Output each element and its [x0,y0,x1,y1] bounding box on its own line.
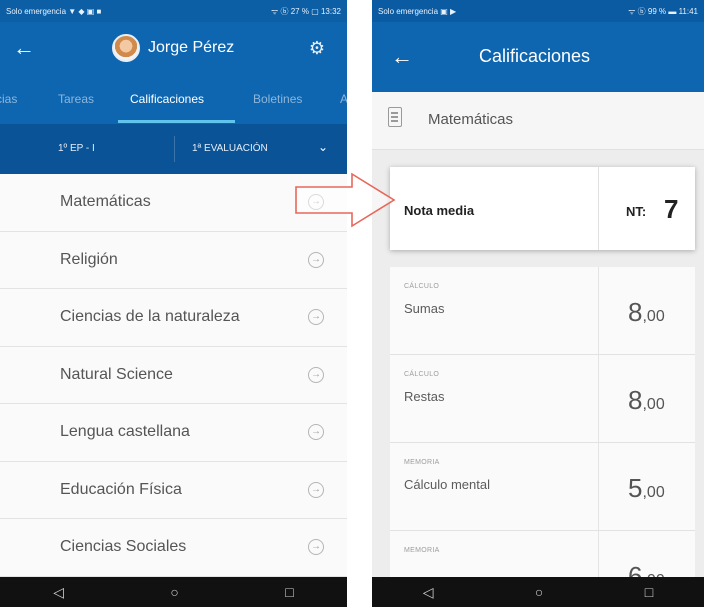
status-left: Solo emergencia ▣ ▶ [378,6,457,16]
tab-more[interactable]: A [340,92,347,106]
system-nav-bar: ◁ ○ □ [372,577,704,607]
nav-home-icon[interactable]: ○ [535,584,543,600]
subject-label: Ciencias Sociales [60,538,187,555]
nav-recent-icon[interactable]: □ [285,584,293,600]
grade-category: MEMORIA [404,459,440,466]
arrow-circle-right-icon[interactable]: → [308,366,324,383]
filter-divider [174,136,175,162]
subject-label: Natural Science [60,365,173,383]
subject-label: Lengua castellana [60,423,190,440]
average-value: 7 [664,194,679,224]
evaluation-filter[interactable]: 1ª EVALUACIÓN [192,143,268,154]
document-icon [388,107,402,127]
course-filter[interactable]: 1º EP - I [58,143,95,154]
app-bar: ← Calificaciones [372,22,704,92]
arrow-circle-right-icon[interactable]: → [308,539,324,555]
subject-title: Matemáticas [428,111,514,128]
avatar[interactable] [112,34,140,62]
tab-asistencias[interactable]: cias [0,92,17,106]
nav-back-icon[interactable]: ◁ [53,584,64,601]
back-arrow-icon[interactable]: ← [382,37,422,77]
subject-label: Matemáticas [60,193,151,210]
grade-card[interactable]: MEMORIA Cálculo mental 5,00 [390,443,695,531]
page-title: Calificaciones [479,46,591,66]
tab-boletines[interactable]: Boletines [253,92,302,106]
app-bar: ← Jorge Pérez ⚙ [0,22,347,74]
grade-card[interactable]: CÁLCULO Sumas 8,00 [390,267,695,355]
subject-row-ciencias-naturaleza[interactable]: Ciencias de la naturaleza → [0,289,347,347]
grade-label: Sumas [404,301,445,316]
status-left: Solo emergencia ▼ ◆ ▣ ■ [6,6,102,16]
filter-bar: 1º EP - I 1ª EVALUACIÓN ⌄ [0,124,347,174]
subject-row-educacion-fisica[interactable]: Educación Física → [0,461,347,519]
grade-list: CÁLCULO Sumas 8,00 CÁLCULO Restas 8,00 M… [390,267,695,607]
nav-home-icon[interactable]: ○ [170,584,178,600]
subject-row-natural-science[interactable]: Natural Science → [0,346,347,404]
back-arrow-icon[interactable]: ← [4,28,44,68]
arrow-circle-right-icon[interactable]: → [308,424,324,440]
right-phone-screen: Solo emergencia ▣ ▶ ᯤ ⓑ 99 % ▬ 11:41 ← C… [372,0,704,607]
nav-back-icon[interactable]: ◁ [423,584,434,601]
subject-label: Religión [60,250,118,268]
subject-header: Matemáticas [372,92,704,150]
tab-calificaciones[interactable]: Calificaciones [130,92,204,106]
arrow-circle-right-icon[interactable]: → [308,194,324,210]
grade-label: Restas [404,389,445,404]
status-bar: Solo emergencia ▣ ▶ ᯤ ⓑ 99 % ▬ 11:41 [372,0,704,22]
nav-recent-icon[interactable]: □ [645,584,653,600]
chevron-down-icon[interactable]: ⌄ [318,140,328,154]
system-nav-bar: ◁ ○ □ [0,577,347,607]
subject-row-ciencias-sociales[interactable]: Ciencias Sociales → [0,519,347,577]
status-right: ᯤ ⓑ 99 % ▬ 11:41 [628,6,698,16]
grade-label: Cálculo mental [404,477,490,492]
grade-value: 8,00 [628,297,665,327]
grade-value: 5,00 [628,473,665,503]
tab-bar: cias Tareas Calificaciones Boletines A [0,74,347,124]
arrow-circle-right-icon[interactable]: → [308,481,324,498]
divider [598,167,599,250]
subject-row-religion[interactable]: Religión → [0,231,347,289]
grade-card[interactable]: CÁLCULO Restas 8,00 [390,355,695,443]
subject-row-lengua-castellana[interactable]: Lengua castellana → [0,404,347,462]
arrow-circle-right-icon[interactable]: → [308,251,324,268]
tab-indicator [118,120,235,123]
gear-icon[interactable]: ⚙ [304,35,330,61]
arrow-circle-right-icon[interactable]: → [308,309,324,325]
status-right: ᯤ ⓑ 27 % ▢ 13:32 [270,6,341,16]
subject-label: Educación Física [60,480,182,498]
average-label: Nota media [404,203,475,218]
status-bar: Solo emergencia ▼ ◆ ▣ ■ ᯤ ⓑ 27 % ▢ 13:32 [0,0,347,22]
grade-category: CÁLCULO [404,371,440,378]
left-phone-screen: Solo emergencia ▼ ◆ ▣ ■ ᯤ ⓑ 27 % ▢ 13:32… [0,0,347,607]
grade-value: 8,00 [628,385,665,415]
subject-label: Ciencias de la naturaleza [60,308,240,325]
grade-category: MEMORIA [404,547,440,554]
average-prefix: NT: [626,204,647,219]
subject-list: Matemáticas → Religión → Ciencias de la … [0,174,347,577]
tab-tareas[interactable]: Tareas [58,92,94,106]
average-card: Nota media NT: 7 [390,167,695,250]
user-name: Jorge Pérez [148,39,235,56]
grade-category: CÁLCULO [404,283,440,290]
subject-row-matematicas[interactable]: Matemáticas → [0,174,347,232]
